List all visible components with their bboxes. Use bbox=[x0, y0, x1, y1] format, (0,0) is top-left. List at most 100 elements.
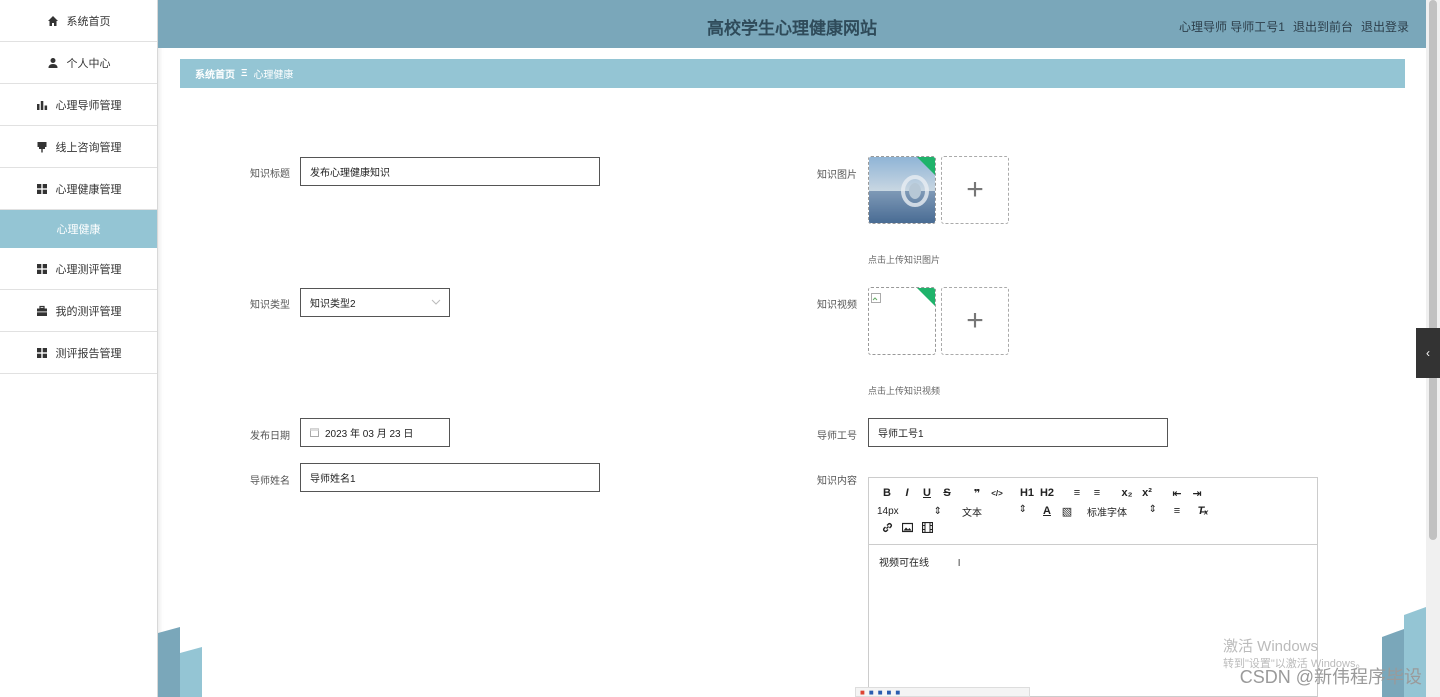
chevron-down-icon bbox=[431, 297, 441, 308]
ime-keyboard-icon: ■ bbox=[886, 687, 892, 697]
mentor-name-label: 导师姓名 bbox=[250, 476, 290, 487]
indent-button[interactable]: ⇥ bbox=[1187, 487, 1207, 500]
sidebar-item-label: 心理测评管理 bbox=[55, 263, 122, 276]
ordered-list-button[interactable]: ≡ bbox=[1067, 487, 1087, 499]
heading1-button[interactable]: H1 bbox=[1017, 487, 1037, 499]
clear-format-icon[interactable]: T̶ₓ bbox=[1193, 505, 1213, 517]
sidebar-item-label: 心理导师管理 bbox=[55, 99, 122, 112]
font-size-value: 14px bbox=[877, 505, 899, 517]
mentor-id-input[interactable]: 导师工号1 bbox=[868, 418, 1168, 447]
updown-icon: ⇕ bbox=[933, 505, 942, 517]
underline-button[interactable]: U bbox=[917, 487, 937, 499]
header-actions: 心理导师 导师工号1 退出到前台 退出登录 bbox=[1179, 18, 1409, 35]
sidebar: 系统首页 个人中心 心理导师管理 线上咨询管理 心理健康管理 心理健康 心理测评… bbox=[0, 0, 158, 697]
title-input-value: 发布心理健康知识 bbox=[310, 168, 390, 179]
image-label: 知识图片 bbox=[817, 170, 857, 181]
mentor-id-value: 导师工号1 bbox=[878, 429, 924, 440]
ime-toolbar[interactable]: ■ ■ ■ ■ ■ bbox=[855, 687, 1030, 697]
sidebar-item-consult-mgmt[interactable]: 线上咨询管理 bbox=[0, 126, 157, 168]
sidebar-item-label: 心理健康管理 bbox=[55, 183, 122, 196]
collapse-panel-button[interactable]: ‹ bbox=[1416, 328, 1440, 378]
editor-content-text: 视频可在线 bbox=[879, 558, 929, 569]
type-label: 知识类型 bbox=[250, 300, 290, 311]
ime-chinese-icon: ■ bbox=[868, 687, 874, 697]
plus-icon: + bbox=[966, 304, 984, 337]
sidebar-item-home[interactable]: 系统首页 bbox=[0, 0, 157, 42]
grid-icon bbox=[36, 347, 48, 359]
upload-success-corner bbox=[916, 157, 935, 176]
uploaded-video-thumbnail[interactable] bbox=[868, 287, 936, 355]
updown-icon: ⇕ bbox=[1148, 503, 1157, 515]
breadcrumb-current: 心理健康 bbox=[253, 70, 294, 81]
upload-success-corner bbox=[916, 288, 935, 307]
background-color-icon[interactable]: ▧ bbox=[1057, 505, 1077, 518]
video-upload-hint: 点击上传知识视频 bbox=[868, 386, 941, 396]
sidebar-item-label: 测评报告管理 bbox=[55, 347, 122, 360]
sidebar-subitem-health[interactable]: 心理健康 bbox=[0, 210, 157, 248]
font-size-select[interactable]: 14px ⇕ bbox=[877, 506, 952, 517]
sidebar-item-report-mgmt[interactable]: 测评报告管理 bbox=[0, 332, 157, 374]
title-label: 知识标题 bbox=[250, 169, 290, 180]
sidebar-item-assessment-mgmt[interactable]: 心理测评管理 bbox=[0, 248, 157, 290]
image-icon[interactable] bbox=[897, 522, 917, 536]
breadcrumb-home[interactable]: 系统首页 bbox=[195, 66, 235, 81]
bar-chart-icon bbox=[36, 99, 48, 111]
sidebar-item-profile[interactable]: 个人中心 bbox=[0, 42, 157, 84]
mentor-name-input[interactable]: 导师姓名1 bbox=[300, 463, 600, 492]
code-block-button[interactable]: </> bbox=[987, 489, 1007, 498]
sidebar-item-mentor-mgmt[interactable]: 心理导师管理 bbox=[0, 84, 157, 126]
sidebar-item-health-mgmt[interactable]: 心理健康管理 bbox=[0, 168, 157, 210]
sidebar-item-my-assessment[interactable]: 我的测评管理 bbox=[0, 290, 157, 332]
exit-to-front-link[interactable]: 退出到前台 bbox=[1293, 18, 1353, 35]
content-label: 知识内容 bbox=[817, 476, 857, 487]
bold-button[interactable]: B bbox=[877, 487, 897, 499]
blockquote-button[interactable]: ❞ bbox=[967, 487, 987, 500]
image-upload-button[interactable]: + bbox=[941, 156, 1009, 224]
briefcase-icon bbox=[36, 305, 48, 317]
strike-button[interactable]: S bbox=[937, 487, 957, 499]
font-family-value: 标准字体 bbox=[1087, 507, 1127, 519]
sidebar-subitem-label: 心理健康 bbox=[56, 224, 101, 236]
image-upload-hint: 点击上传知识图片 bbox=[868, 255, 941, 265]
block-format-select[interactable]: 文本 ⇕ bbox=[962, 504, 1037, 519]
plus-icon: + bbox=[966, 173, 984, 206]
text-cursor-icon: I bbox=[957, 558, 961, 569]
type-select[interactable]: 知识类型2 bbox=[300, 288, 450, 317]
uploaded-image-thumbnail[interactable] bbox=[868, 156, 936, 224]
scrollbar-thumb[interactable] bbox=[1429, 0, 1437, 540]
outdent-button[interactable]: ⇤ bbox=[1167, 487, 1187, 500]
video-upload-button[interactable]: + bbox=[941, 287, 1009, 355]
italic-button[interactable]: I bbox=[897, 487, 917, 499]
mentor-id-label: 导师工号 bbox=[817, 431, 857, 442]
user-icon bbox=[47, 57, 59, 69]
top-bar: 高校学生心理健康网站 心理导师 导师工号1 退出到前台 退出登录 bbox=[158, 0, 1426, 48]
current-user: 心理导师 导师工号1 bbox=[1178, 20, 1285, 34]
font-color-icon[interactable]: A bbox=[1037, 505, 1057, 517]
chevron-left-icon: ‹ bbox=[1426, 346, 1430, 360]
date-input[interactable]: 2023 年 03 月 23 日 bbox=[300, 418, 450, 447]
sidebar-item-label: 线上咨询管理 bbox=[55, 141, 122, 154]
sidebar-item-label: 个人中心 bbox=[66, 57, 111, 70]
heading2-button[interactable]: H2 bbox=[1037, 487, 1057, 499]
superscript-button[interactable]: x² bbox=[1137, 487, 1157, 499]
editor-toolbar: B I U S ❞ </> H1 H2 ≡ ≡ x₂ x² ⇤ ⇥ 14px ⇕… bbox=[869, 478, 1317, 545]
pin-icon bbox=[36, 141, 48, 153]
windows-activation-title: 激活 Windows bbox=[1223, 638, 1319, 655]
home-icon bbox=[47, 15, 59, 27]
csdn-watermark: CSDN @新伟程序毕设 bbox=[1239, 667, 1422, 687]
type-select-value: 知识类型2 bbox=[310, 299, 356, 310]
title-input[interactable]: 发布心理健康知识 bbox=[300, 157, 600, 186]
font-family-select[interactable]: 标准字体 ⇕ bbox=[1087, 504, 1167, 519]
decorative-blocks-left bbox=[158, 627, 202, 697]
date-input-value: 2023 年 03 月 23 日 bbox=[325, 429, 414, 440]
subscript-button[interactable]: x₂ bbox=[1117, 487, 1137, 499]
video-icon[interactable] bbox=[917, 521, 937, 536]
ime-logo-icon: ■ bbox=[860, 687, 865, 697]
date-label: 发布日期 bbox=[250, 431, 290, 442]
align-icon[interactable]: ≡ bbox=[1167, 505, 1187, 517]
bullet-list-button[interactable]: ≡ bbox=[1087, 487, 1107, 499]
link-icon[interactable] bbox=[877, 522, 897, 536]
editor-content-area[interactable]: 视频可在线 I bbox=[869, 545, 1317, 578]
ime-settings-icon: ■ bbox=[895, 687, 901, 697]
logout-link[interactable]: 退出登录 bbox=[1361, 18, 1409, 35]
